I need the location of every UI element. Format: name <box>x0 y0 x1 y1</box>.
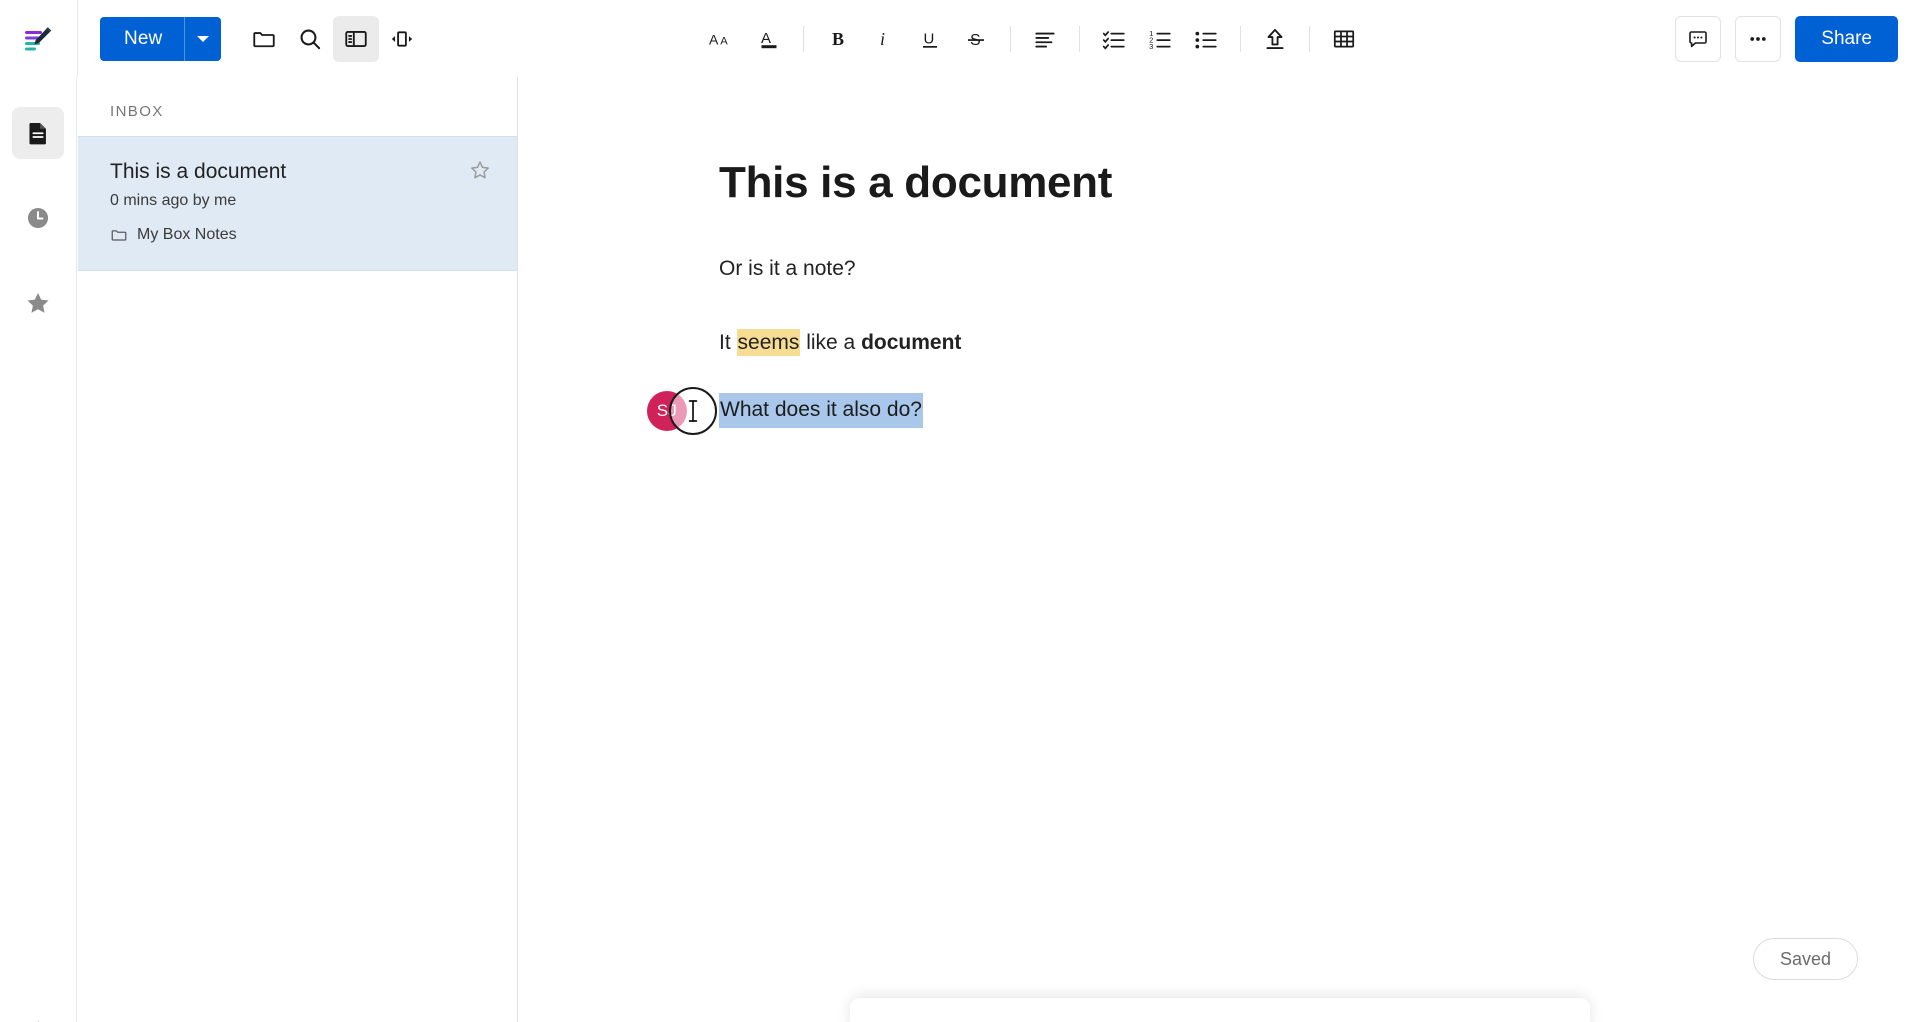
top-toolbar: New A A A B i U S 1 2 3 Share <box>0 0 1920 77</box>
svg-text:A: A <box>761 30 771 47</box>
checklist-button[interactable] <box>1091 16 1137 62</box>
note-list-item[interactable]: This is a document 0 mins ago by me My B… <box>78 136 517 272</box>
folder-icon <box>253 31 275 47</box>
star-icon <box>27 292 49 313</box>
new-button[interactable]: New <box>100 16 222 61</box>
inbox-panel: INBOX This is a document 0 mins ago by m… <box>78 77 518 1022</box>
bulleted-list-button[interactable] <box>1183 16 1229 62</box>
toolbar-separator <box>803 25 804 52</box>
more-options-icon <box>1750 36 1766 41</box>
strikethrough-button[interactable]: S <box>953 16 999 62</box>
sidebar-item-settings[interactable] <box>12 1006 64 1022</box>
star-outline-icon[interactable] <box>469 159 491 181</box>
text-size-icon: A A <box>709 31 728 47</box>
upload-icon <box>1266 28 1284 49</box>
toggle-sidebar-button[interactable] <box>333 15 380 62</box>
toolbar-separator <box>1079 25 1080 52</box>
svg-text:A: A <box>720 35 728 47</box>
sidebar-item-favorites[interactable] <box>12 277 64 329</box>
highlighted-text: seems <box>736 329 801 357</box>
upload-button[interactable] <box>1252 16 1298 62</box>
share-button-label: Share <box>1821 27 1872 49</box>
bold-text: document <box>861 331 962 355</box>
toolbar-separator <box>1309 25 1310 52</box>
bulleted-list-icon <box>1195 31 1217 48</box>
note-folder-label: My Box Notes <box>137 226 237 244</box>
chevron-down-icon <box>197 35 210 42</box>
more-options-button[interactable] <box>1735 15 1782 62</box>
align-left-button[interactable] <box>1022 16 1068 62</box>
search-icon <box>300 29 321 49</box>
svg-text:B: B <box>832 29 844 49</box>
toolbar-separator <box>1010 25 1011 52</box>
table-icon <box>1333 30 1355 47</box>
avatar[interactable]: SJ <box>647 390 687 431</box>
strikethrough-icon: S <box>968 32 984 49</box>
bottom-floating-panel <box>849 998 1590 1022</box>
italic-icon: i <box>880 29 885 49</box>
sidebar-item-documents[interactable] <box>12 107 64 159</box>
clock-icon <box>27 207 49 229</box>
svg-text:i: i <box>880 29 885 49</box>
selected-paragraph-row[interactable]: SJ What does it also do? <box>647 386 1619 435</box>
toolbar-separator <box>1240 25 1241 52</box>
bold-button[interactable]: B <box>815 16 861 62</box>
gear-icon <box>37 1021 39 1022</box>
document-body[interactable]: This is a document Or is it a note? It s… <box>519 77 1619 435</box>
text-cursor-icon <box>688 399 698 422</box>
new-button-label: New <box>124 27 163 49</box>
box-notes-logo-icon <box>24 26 51 50</box>
folder-icon <box>111 230 127 241</box>
underline-icon: U <box>923 30 937 48</box>
text-size-button[interactable]: A A <box>700 16 746 62</box>
svg-text:U: U <box>924 30 935 47</box>
selected-text[interactable]: What does it also do? <box>719 393 923 428</box>
document-paragraph[interactable]: Or is it a note? <box>719 254 1619 284</box>
underline-button[interactable]: U <box>907 16 953 62</box>
box-notes-app: New A A A B i U S 1 2 3 Share INBOX This… <box>0 0 1920 1022</box>
comments-button[interactable] <box>1675 15 1722 62</box>
document-title[interactable]: This is a document <box>719 157 1619 210</box>
note-folder: My Box Notes <box>110 226 491 244</box>
text-color-button[interactable]: A <box>746 16 792 62</box>
new-button-dropdown[interactable] <box>185 17 221 61</box>
document-area[interactable]: This is a document Or is it a note? It s… <box>519 77 1920 1022</box>
all-files-button[interactable] <box>241 16 287 62</box>
sidebar-toggle-icon <box>345 30 367 47</box>
svg-text:A: A <box>709 31 719 47</box>
left-rail <box>0 77 77 1022</box>
search-button[interactable] <box>287 16 333 62</box>
inbox-header: INBOX <box>110 103 164 120</box>
formatting-toolbar: A A A B i U S 1 2 3 <box>700 0 1367 77</box>
align-left-icon <box>1035 32 1055 48</box>
text-middle: like a <box>800 331 862 355</box>
text-prefix: It <box>719 331 737 355</box>
note-title: This is a document <box>110 160 287 183</box>
comment-icon <box>1689 30 1708 47</box>
toolbar-right-group: Share <box>1675 0 1898 77</box>
insert-table-button[interactable] <box>1321 16 1367 62</box>
numbered-list-icon: 1 2 3 <box>1149 28 1171 50</box>
svg-text:3: 3 <box>1149 41 1153 50</box>
numbered-list-button[interactable]: 1 2 3 <box>1137 16 1183 62</box>
share-button[interactable]: Share <box>1795 15 1898 62</box>
note-meta: 0 mins ago by me <box>110 192 237 210</box>
bold-icon: B <box>832 29 844 49</box>
toolbar-left-group: New <box>78 15 425 62</box>
page-width-icon <box>392 30 413 47</box>
page-width-button[interactable] <box>379 16 425 62</box>
status-badge[interactable]: Saved <box>1752 938 1858 980</box>
sidebar-item-recents[interactable] <box>12 192 64 244</box>
document-icon <box>29 122 46 145</box>
italic-button[interactable]: i <box>861 16 907 62</box>
document-paragraph-mixed[interactable]: It seems like a document <box>719 328 1619 358</box>
text-color-icon: A <box>761 30 777 48</box>
app-logo[interactable] <box>0 0 77 77</box>
checklist-icon <box>1102 30 1125 50</box>
